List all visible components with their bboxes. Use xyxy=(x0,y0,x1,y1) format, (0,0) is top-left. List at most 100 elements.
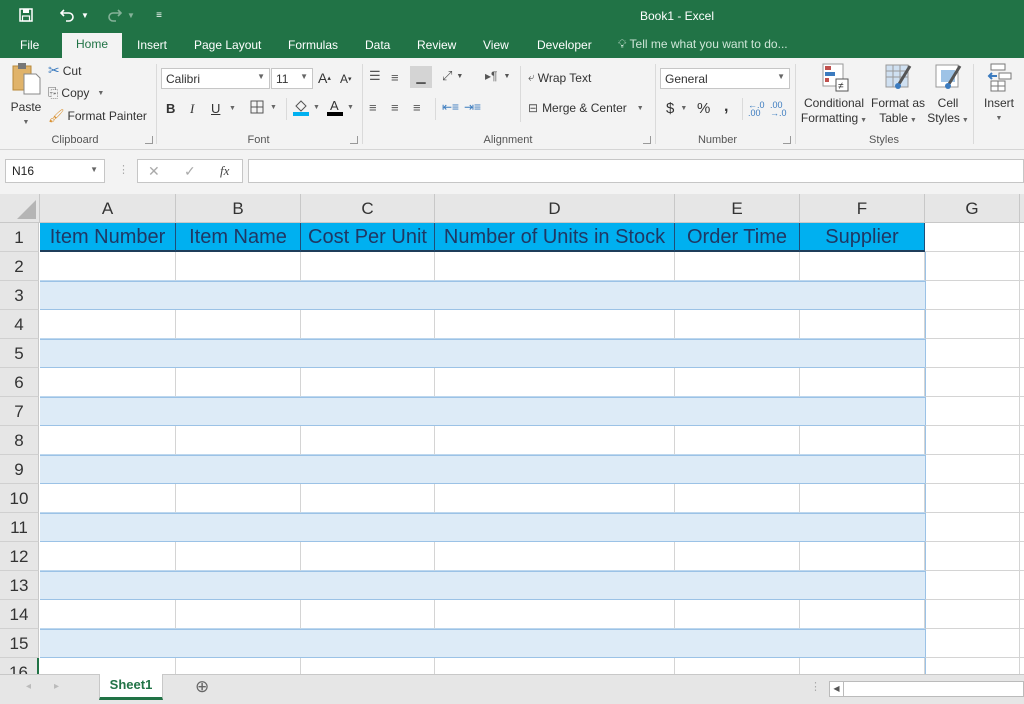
italic-button[interactable]: I xyxy=(190,101,194,117)
currency-button[interactable]: $ ▼ xyxy=(666,100,687,117)
orientation-icon[interactable]: ⤢ ▼ xyxy=(442,68,463,84)
cell-g5[interactable] xyxy=(925,339,1020,368)
cell-d14[interactable] xyxy=(435,600,675,629)
plus-circle-icon[interactable]: ⊕ xyxy=(195,677,209,697)
row-header-9[interactable]: 9 xyxy=(0,455,39,484)
cell-f16[interactable] xyxy=(800,658,925,674)
cell-g3[interactable] xyxy=(925,281,1020,310)
tab-page-layout[interactable]: Page Layout xyxy=(194,37,261,58)
cell-f8[interactable] xyxy=(800,426,925,455)
cell-h14[interactable] xyxy=(1020,600,1024,629)
cell-styles-button[interactable]: Cell Styles ▼ xyxy=(926,62,970,128)
tab-data[interactable]: Data xyxy=(365,37,390,58)
underline-dropdown-icon[interactable]: ▼ xyxy=(229,105,236,112)
cell-h4[interactable] xyxy=(1020,310,1024,339)
conditional-formatting-button[interactable]: ≠ Conditional Formatting ▼ xyxy=(800,62,868,128)
column-header-f[interactable]: F xyxy=(800,194,925,223)
align-left-icon[interactable]: ≡ xyxy=(369,100,377,115)
cell-g13[interactable] xyxy=(925,571,1020,600)
row-header-12[interactable]: 12 xyxy=(0,542,39,571)
scroll-left-sheet-icon[interactable]: ◂ xyxy=(26,681,31,692)
cell-a6[interactable] xyxy=(40,368,176,397)
cell-g9[interactable] xyxy=(925,455,1020,484)
cell-h1[interactable] xyxy=(1020,223,1024,252)
cell-a12[interactable] xyxy=(40,542,176,571)
cell-h7[interactable] xyxy=(1020,397,1024,426)
cell-h13[interactable] xyxy=(1020,571,1024,600)
merge-center-button[interactable]: ⊟ Merge & Center ▼ xyxy=(528,101,644,115)
cell-g7[interactable] xyxy=(925,397,1020,426)
cell-f12[interactable] xyxy=(800,542,925,571)
top-align-icon[interactable]: ☰ xyxy=(369,68,381,84)
scrollbar-splitter-icon[interactable]: ⋮ xyxy=(810,680,821,693)
column-header-g[interactable]: G xyxy=(925,194,1020,223)
number-format-select[interactable]: General ▼ xyxy=(660,68,790,89)
table-row-5[interactable] xyxy=(40,339,925,368)
paste-button[interactable]: Paste ▼ xyxy=(8,62,44,130)
cell-g16[interactable] xyxy=(925,658,1020,674)
tab-formulas[interactable]: Formulas xyxy=(288,37,338,58)
cell-d2[interactable] xyxy=(435,252,675,281)
increase-font-size-icon[interactable]: A ▴ xyxy=(318,70,331,86)
cell-c14[interactable] xyxy=(301,600,435,629)
cell-f4[interactable] xyxy=(800,310,925,339)
bottom-align-icon[interactable]: ▁ xyxy=(410,66,432,88)
cell-c16[interactable] xyxy=(301,658,435,674)
cell-d8[interactable] xyxy=(435,426,675,455)
increase-indent-icon[interactable]: ⇥≡ xyxy=(464,100,481,114)
header-cell-a[interactable]: Item Number xyxy=(40,223,176,252)
table-row-7[interactable] xyxy=(40,397,925,426)
cancel-icon[interactable]: ✕ xyxy=(148,163,160,180)
row-header-6[interactable]: 6 xyxy=(0,368,39,397)
cell-h11[interactable] xyxy=(1020,513,1024,542)
cell-c6[interactable] xyxy=(301,368,435,397)
cell-g11[interactable] xyxy=(925,513,1020,542)
cell-b12[interactable] xyxy=(176,542,301,571)
cell-a4[interactable] xyxy=(40,310,176,339)
row-header-7[interactable]: 7 xyxy=(0,397,39,426)
underline-button[interactable]: U xyxy=(211,101,220,116)
cell-e6[interactable] xyxy=(675,368,800,397)
align-center-icon[interactable]: ≡ xyxy=(391,100,399,115)
cell-d10[interactable] xyxy=(435,484,675,513)
cell-d12[interactable] xyxy=(435,542,675,571)
column-header-a[interactable]: A xyxy=(40,194,176,223)
align-right-icon[interactable]: ≡ xyxy=(413,100,421,115)
tab-view[interactable]: View xyxy=(483,37,509,58)
cell-e16[interactable] xyxy=(675,658,800,674)
tell-me-search[interactable]: 💡︎ Tell me what you want to do... xyxy=(618,37,788,52)
borders-button[interactable]: ▼ xyxy=(250,100,277,114)
cell-e14[interactable] xyxy=(675,600,800,629)
cell-h2[interactable] xyxy=(1020,252,1024,281)
wrap-text-button[interactable]: ⤶ Wrap Text xyxy=(528,70,591,85)
cell-g8[interactable] xyxy=(925,426,1020,455)
row-header-5[interactable]: 5 xyxy=(0,339,39,368)
number-launcher-icon[interactable] xyxy=(783,136,791,144)
cell-b16[interactable] xyxy=(176,658,301,674)
bold-button[interactable]: B xyxy=(166,101,175,116)
insert-function-icon[interactable]: fx xyxy=(220,163,229,179)
cell-a14[interactable] xyxy=(40,600,176,629)
sheet-tab-sheet1[interactable]: Sheet1 xyxy=(99,674,163,700)
scroll-left-arrow-icon[interactable]: ◀ xyxy=(830,682,844,696)
table-row-15[interactable] xyxy=(40,629,925,658)
row-header-14[interactable]: 14 xyxy=(0,600,39,629)
row-header-11[interactable]: 11 xyxy=(0,513,39,542)
enter-check-icon[interactable]: ✓ xyxy=(184,163,196,180)
cell-g10[interactable] xyxy=(925,484,1020,513)
cell-a8[interactable] xyxy=(40,426,176,455)
alignment-launcher-icon[interactable] xyxy=(643,136,651,144)
cell-h5[interactable] xyxy=(1020,339,1024,368)
tab-insert[interactable]: Insert xyxy=(137,37,167,58)
cell-h10[interactable] xyxy=(1020,484,1024,513)
row-header-16[interactable]: 16 xyxy=(0,658,39,674)
row-header-13[interactable]: 13 xyxy=(0,571,39,600)
font-launcher-icon[interactable] xyxy=(350,136,358,144)
cell-e10[interactable] xyxy=(675,484,800,513)
header-cell-f[interactable]: Supplier xyxy=(800,223,925,252)
cell-b2[interactable] xyxy=(176,252,301,281)
cell-h12[interactable] xyxy=(1020,542,1024,571)
row-header-1[interactable]: 1 xyxy=(0,223,39,252)
formula-input[interactable] xyxy=(248,159,1024,183)
column-header-c[interactable]: C xyxy=(301,194,435,223)
